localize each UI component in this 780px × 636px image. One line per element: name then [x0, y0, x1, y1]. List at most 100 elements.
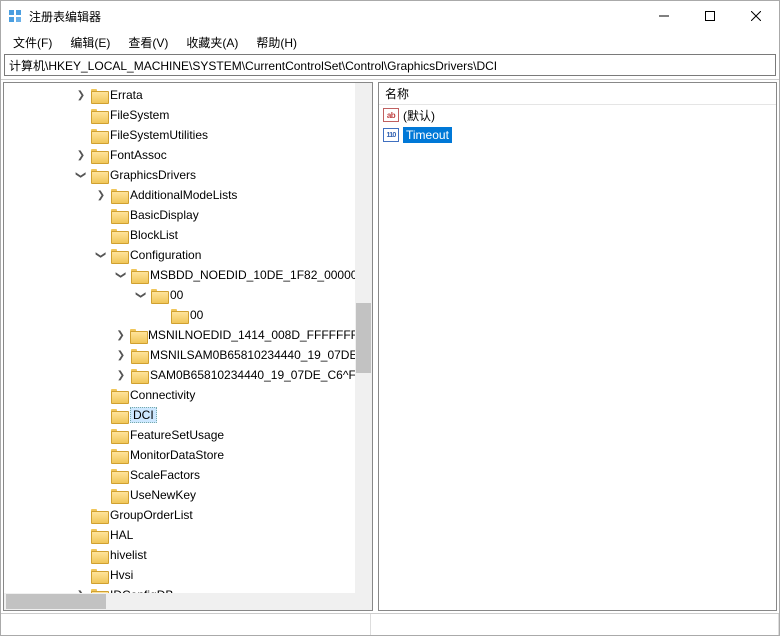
expander-empty	[74, 108, 88, 122]
expander-empty	[94, 228, 108, 242]
chevron-right-icon[interactable]: ❯	[74, 148, 88, 162]
tree-node[interactable]: 00	[4, 305, 372, 325]
tree-node[interactable]: ❯ FontAssoc	[4, 145, 372, 165]
chevron-right-icon[interactable]: ❯	[114, 348, 128, 362]
expander-empty	[154, 308, 168, 322]
tree-node[interactable]: ❯ 00	[4, 285, 372, 305]
node-configuration: Configuration	[130, 248, 201, 262]
folder-icon	[111, 449, 127, 462]
tree-node[interactable]: ❯ Configuration	[4, 245, 372, 265]
tree-node[interactable]: BasicDisplay	[4, 205, 372, 225]
folder-icon	[111, 189, 127, 202]
close-button[interactable]	[733, 1, 779, 31]
folder-icon	[171, 309, 187, 322]
folder-icon	[111, 429, 127, 442]
expander-empty	[94, 208, 108, 222]
node-hal: HAL	[110, 528, 133, 542]
node-00: 00	[170, 288, 183, 302]
chevron-down-icon[interactable]: ❯	[94, 248, 108, 262]
reg-sz-icon	[383, 108, 399, 122]
menu-view[interactable]: 查看(V)	[120, 32, 176, 53]
tree-node[interactable]: ScaleFactors	[4, 465, 372, 485]
node-graphicsdrivers: GraphicsDrivers	[110, 168, 196, 182]
address-bar[interactable]: 计算机\HKEY_LOCAL_MACHINE\SYSTEM\CurrentCon…	[4, 54, 776, 76]
node-fontassoc: FontAssoc	[110, 148, 167, 162]
tree-node[interactable]: ❯ MSBDD_NOEDID_10DE_1F82_000000	[4, 265, 372, 285]
menu-help[interactable]: 帮助(H)	[248, 32, 305, 53]
node-grouporderlist: GroupOrderList	[110, 508, 193, 522]
horizontal-scrollbar-thumb[interactable]	[6, 594, 106, 609]
menu-favorites[interactable]: 收藏夹(A)	[178, 32, 246, 53]
chevron-right-icon[interactable]: ❯	[114, 368, 128, 382]
node-hivelist: hivelist	[110, 548, 147, 562]
tree-node[interactable]: ❯ Errata	[4, 85, 372, 105]
address-path: 计算机\HKEY_LOCAL_MACHINE\SYSTEM\CurrentCon…	[9, 57, 497, 74]
statusbar	[1, 613, 779, 635]
tree-node[interactable]: Connectivity	[4, 385, 372, 405]
app-icon	[7, 8, 23, 24]
tree-node[interactable]: ❯ GraphicsDrivers	[4, 165, 372, 185]
registry-tree: ❯ Errata FileSystem FileSystemUtilities ❯…	[4, 83, 372, 611]
tree-node[interactable]: BlockList	[4, 225, 372, 245]
tree-node[interactable]: ❯MSNILNOEDID_1414_008D_FFFFFFFF_	[4, 325, 372, 345]
tree-node[interactable]: MonitorDataStore	[4, 445, 372, 465]
values-pane[interactable]: 名称 (默认) Timeout	[378, 82, 777, 611]
folder-icon	[131, 269, 147, 282]
minimize-button[interactable]	[641, 1, 687, 31]
folder-icon	[91, 109, 107, 122]
tree-node[interactable]: FileSystem	[4, 105, 372, 125]
node-connectivity: Connectivity	[130, 388, 195, 402]
tree-node[interactable]: Hvsi	[4, 565, 372, 585]
tree-node[interactable]: FeatureSetUsage	[4, 425, 372, 445]
folder-icon	[91, 569, 107, 582]
column-header-name[interactable]: 名称	[379, 83, 776, 105]
tree-node-selected[interactable]: DCI	[4, 405, 372, 425]
chevron-right-icon[interactable]: ❯	[114, 328, 127, 342]
node-dci: DCI	[130, 407, 157, 423]
folder-icon	[151, 289, 167, 302]
node-filesystemutilities: FileSystemUtilities	[110, 128, 208, 142]
folder-icon	[111, 489, 127, 502]
tree-pane[interactable]: ❯ Errata FileSystem FileSystemUtilities ❯…	[3, 82, 373, 611]
node-blocklist: BlockList	[130, 228, 178, 242]
statusbar-cell-right	[371, 614, 779, 635]
node-basicdisplay: BasicDisplay	[130, 208, 199, 222]
folder-icon	[131, 369, 147, 382]
tree-node[interactable]: hivelist	[4, 545, 372, 565]
tree-node[interactable]: ❯AdditionalModeLists	[4, 185, 372, 205]
chevron-down-icon[interactable]: ❯	[134, 288, 148, 302]
tree-node[interactable]: HAL	[4, 525, 372, 545]
column-header-name-label: 名称	[385, 85, 409, 102]
node-featuresetusage: FeatureSetUsage	[130, 428, 224, 442]
chevron-right-icon[interactable]: ❯	[74, 88, 88, 102]
window-title: 注册表编辑器	[29, 8, 641, 25]
menubar: 文件(F) 编辑(E) 查看(V) 收藏夹(A) 帮助(H)	[1, 31, 779, 53]
menu-file[interactable]: 文件(F)	[5, 32, 60, 53]
node-errata: Errata	[110, 88, 143, 102]
folder-icon	[91, 509, 107, 522]
tree-node[interactable]: UseNewKey	[4, 485, 372, 505]
tree-node[interactable]: ❯SAM0B65810234440_19_07DE_C6^F1	[4, 365, 372, 385]
chevron-down-icon[interactable]: ❯	[74, 168, 88, 182]
chevron-down-icon[interactable]: ❯	[114, 268, 128, 282]
value-row-timeout[interactable]: Timeout	[379, 125, 776, 145]
maximize-button[interactable]	[687, 1, 733, 31]
expander-empty	[74, 548, 88, 562]
folder-icon	[91, 129, 107, 142]
node-msbdd: MSBDD_NOEDID_10DE_1F82_000000	[150, 268, 364, 282]
chevron-right-icon[interactable]: ❯	[94, 188, 108, 202]
folder-icon	[111, 389, 127, 402]
node-hvsi: Hvsi	[110, 568, 133, 582]
horizontal-scrollbar[interactable]	[4, 593, 355, 610]
tree-node[interactable]: ❯MSNILSAM0B65810234440_19_07DE_	[4, 345, 372, 365]
expander-empty	[94, 388, 108, 402]
titlebar: 注册表编辑器	[1, 1, 779, 31]
menu-edit[interactable]: 编辑(E)	[62, 32, 118, 53]
folder-icon	[111, 209, 127, 222]
workspace: ❯ Errata FileSystem FileSystemUtilities ❯…	[1, 79, 779, 613]
vertical-scrollbar-thumb[interactable]	[356, 303, 371, 373]
tree-node[interactable]: GroupOrderList	[4, 505, 372, 525]
tree-node[interactable]: FileSystemUtilities	[4, 125, 372, 145]
reg-dword-icon	[383, 128, 399, 142]
value-row-default[interactable]: (默认)	[379, 105, 776, 125]
